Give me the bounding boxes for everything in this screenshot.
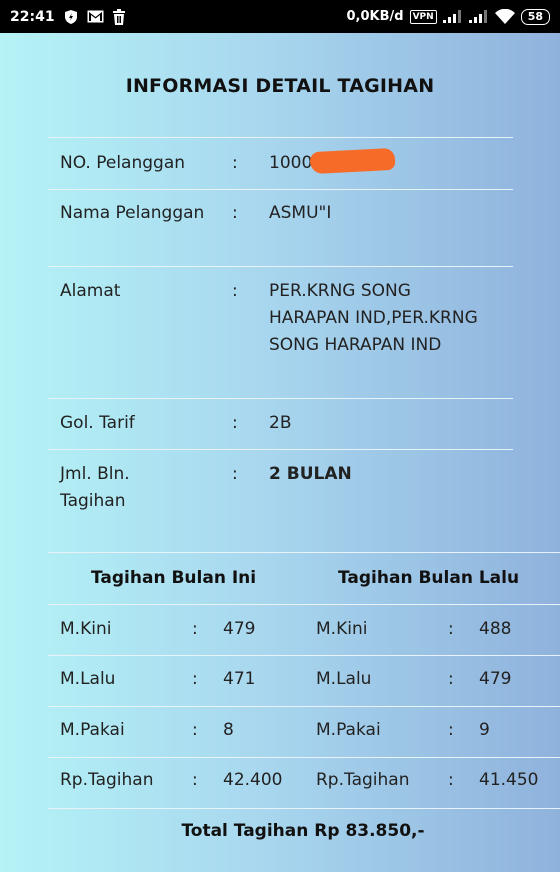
detail-colon: : <box>232 203 238 223</box>
detail-value: 2 BULAN <box>269 464 352 484</box>
meter-colon: : <box>192 720 198 740</box>
detail-colon: : <box>232 153 238 173</box>
meter-colon: : <box>192 619 198 639</box>
divider <box>48 552 560 553</box>
divider <box>48 604 560 605</box>
divider <box>48 398 513 399</box>
detail-label: Jml. Bln. Tagihan <box>60 464 130 511</box>
detail-value: ASMU"I <box>269 203 332 223</box>
detail-colon: : <box>232 281 238 301</box>
mail-icon <box>87 10 104 23</box>
divider <box>48 189 513 190</box>
page-title: INFORMASI DETAIL TAGIHAN <box>125 75 435 97</box>
meter-label: Rp.Tagihan <box>60 770 154 790</box>
signal-icon <box>442 10 463 23</box>
detail-colon: : <box>232 413 238 433</box>
meter-label: M.Pakai <box>316 720 381 740</box>
divider <box>48 808 560 809</box>
detail-label: Alamat <box>60 281 121 301</box>
divider <box>48 655 560 656</box>
divider <box>48 266 513 267</box>
meter-label: M.Lalu <box>60 669 116 689</box>
meter-colon: : <box>448 669 454 689</box>
meter-label: M.Lalu <box>316 669 372 689</box>
detail-row-jml-bulan: Jml. Bln. Tagihan : 2 BULAN <box>60 461 520 515</box>
meter-value: 479 <box>223 619 256 639</box>
trash-icon <box>112 8 126 25</box>
clock: 22:41 <box>10 8 55 25</box>
wifi-icon <box>494 9 515 24</box>
meter-colon: : <box>192 669 198 689</box>
detail-row-nama: Nama Pelanggan : ASMU"I <box>60 200 520 254</box>
meter-value: 41.450 <box>479 770 539 790</box>
detail-row-tarif: Gol. Tarif : 2B <box>60 410 520 437</box>
net-speed: 0,0KB/d <box>346 9 404 24</box>
total-tagihan: Total Tagihan Rp 83.850,- <box>181 821 425 841</box>
detail-label: NO. Pelanggan <box>60 153 186 173</box>
meter-colon: : <box>192 770 198 790</box>
shield-icon <box>63 9 79 25</box>
meter-value: 42.400 <box>223 770 283 790</box>
detail-value: 2B <box>269 413 292 433</box>
meter-colon: : <box>448 619 454 639</box>
divider <box>48 137 513 138</box>
detail-colon: : <box>232 464 238 484</box>
vpn-badge: VPN <box>409 9 437 24</box>
divider <box>48 757 560 758</box>
meter-value: 471 <box>223 669 256 689</box>
status-bar: 22:41 0,0KB/d VPN 58 <box>0 0 560 33</box>
detail-row-pelanggan: NO. Pelanggan : 100⁠0 ⁠ ⁠ ⁠ ⁠ ⁠ ⁠ ⁠ 792 <box>60 150 520 177</box>
meter-value: 488 <box>479 619 512 639</box>
meter-value: 8 <box>223 720 234 740</box>
meter-label: M.Kini <box>60 619 112 639</box>
signal-icon-2 <box>468 10 489 23</box>
meter-colon: : <box>448 720 454 740</box>
detail-row-alamat: Alamat : PER.KRNG SONG HARAPAN IND,PER.K… <box>60 278 520 388</box>
heading-bulan-lalu: Tagihan Bulan Lalu <box>338 568 520 588</box>
battery-indicator: 58 <box>520 8 550 25</box>
detail-label: Nama Pelanggan <box>60 203 205 223</box>
meter-colon: : <box>448 770 454 790</box>
detail-label: Gol. Tarif <box>60 413 135 433</box>
redaction-mark <box>309 147 396 175</box>
divider <box>48 706 560 707</box>
meter-label: Rp.Tagihan <box>316 770 410 790</box>
meter-label: M.Pakai <box>60 720 125 740</box>
divider <box>48 449 513 450</box>
meter-value: 9 <box>479 720 490 740</box>
detail-value: PER.KRNG SONG HARAPAN IND,PER.KRNG SONG … <box>269 281 478 355</box>
heading-bulan-ini: Tagihan Bulan Ini <box>91 568 257 588</box>
meter-label: M.Kini <box>316 619 368 639</box>
meter-value: 479 <box>479 669 512 689</box>
